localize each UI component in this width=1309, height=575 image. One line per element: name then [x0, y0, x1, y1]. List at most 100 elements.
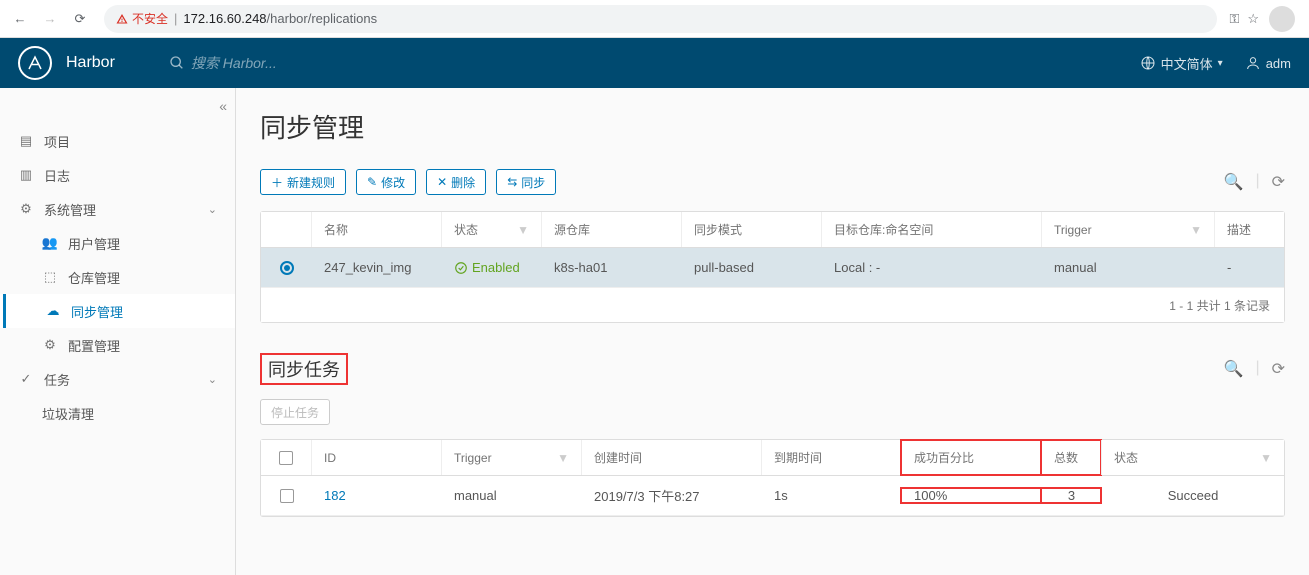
sidebar-label: 日志	[44, 166, 70, 185]
pencil-icon: ✎	[367, 175, 377, 189]
stop-job-button[interactable]: 停止任务	[260, 399, 330, 425]
select-all-checkbox[interactable]	[279, 451, 293, 465]
col-trigger[interactable]: Trigger	[454, 451, 492, 465]
col-total[interactable]: 总数	[1054, 449, 1078, 466]
rules-table: 名称 状态 ▼ 源仓库 同步模式 目标仓库:命名空间 Trigger ▼ 描述 24…	[260, 211, 1285, 323]
sidebar-item-replication[interactable]: ☁ 同步管理	[0, 294, 235, 328]
sidebar-label: 仓库管理	[68, 268, 120, 287]
filter-icon[interactable]: ▼	[1260, 451, 1272, 465]
col-dest[interactable]: 目标仓库:命名空间	[834, 221, 933, 238]
sidebar-item-projects[interactable]: ▤ 项目	[0, 124, 235, 158]
tasks-icon: ✓	[18, 371, 34, 387]
sidebar: « ▤ 项目 ▥ 日志 ⚙ 系统管理 ⌄ 👥 用户管理 ⬚ 仓库管理	[0, 88, 236, 575]
rule-name: 247_kevin_img	[324, 260, 411, 275]
search-icon	[169, 55, 185, 71]
admin-icon: ⚙	[18, 201, 34, 217]
sidebar-item-logs[interactable]: ▥ 日志	[0, 158, 235, 192]
col-status[interactable]: 状态	[454, 221, 478, 238]
gear-icon: ⚙	[42, 337, 58, 353]
logs-icon: ▥	[18, 167, 34, 183]
sidebar-item-users[interactable]: 👥 用户管理	[0, 226, 235, 260]
cloud-sync-icon: ☁	[45, 303, 61, 319]
language-switcher[interactable]: 中文简体 ▾	[1140, 54, 1223, 73]
refresh-icon[interactable]: ⟳	[1272, 359, 1285, 379]
global-search-input[interactable]	[191, 55, 491, 71]
job-success-rate: 100%	[914, 488, 947, 503]
job-total: 3	[1068, 488, 1075, 503]
filter-icon[interactable]: 🔍	[1224, 172, 1244, 192]
chevron-down-icon: ▾	[1218, 58, 1223, 69]
jobs-table: ID Trigger ▼ 创建时间 到期时间 成功百分比 总数 状态 ▼ 182 m…	[260, 439, 1285, 517]
filter-icon[interactable]: ▼	[557, 451, 569, 465]
job-row[interactable]: 182 manual 2019/7/3 下午8:27 1s 100% 3 Suc…	[261, 476, 1284, 516]
row-checkbox[interactable]	[280, 489, 294, 503]
sidebar-label: 同步管理	[71, 302, 123, 321]
replicate-button[interactable]: ⇆同步	[496, 169, 556, 195]
plus-icon: ＋	[271, 174, 283, 191]
col-name[interactable]: 名称	[324, 221, 348, 238]
row-radio[interactable]	[280, 261, 294, 275]
rule-trigger: manual	[1054, 260, 1097, 275]
col-trigger[interactable]: Trigger	[1054, 223, 1092, 237]
col-desc[interactable]: 描述	[1227, 221, 1251, 238]
users-icon: 👥	[42, 235, 58, 251]
job-created: 2019/7/3 下午8:27	[594, 486, 700, 505]
reload-button[interactable]: ⟳	[68, 7, 92, 31]
rule-src: k8s-ha01	[554, 260, 607, 275]
page-title: 同步管理	[260, 108, 1285, 145]
job-status: Succeed	[1168, 488, 1219, 503]
sidebar-item-registries[interactable]: ⬚ 仓库管理	[0, 260, 235, 294]
browser-toolbar: ← → ⟳ 不安全 | 172.16.60.248/harbor/replica…	[0, 0, 1309, 38]
col-duration[interactable]: 到期时间	[774, 449, 822, 466]
enabled-badge: Enabled	[454, 260, 520, 275]
forward-button[interactable]: →	[38, 7, 62, 31]
user-icon	[1245, 55, 1261, 71]
sidebar-label: 用户管理	[68, 234, 120, 253]
url-bar[interactable]: 不安全 | 172.16.60.248/harbor/replications	[104, 5, 1217, 33]
edit-button[interactable]: ✎修改	[356, 169, 416, 195]
insecure-badge: 不安全	[116, 10, 168, 27]
rule-mode: pull-based	[694, 260, 754, 275]
annotation-highlight: 同步任务	[260, 353, 348, 385]
job-id-link[interactable]: 182	[324, 488, 346, 503]
delete-button[interactable]: ✕删除	[426, 169, 486, 195]
chevron-down-icon: ⌄	[208, 203, 217, 216]
rule-row[interactable]: 247_kevin_img Enabled k8s-ha01 pull-base…	[261, 248, 1284, 288]
star-icon[interactable]: ☆	[1247, 11, 1259, 27]
sidebar-label: 系统管理	[44, 200, 96, 219]
jobs-section-title: 同步任务	[268, 360, 340, 380]
sidebar-item-tasks[interactable]: ✓ 任务 ⌄	[0, 362, 235, 396]
url-text: 172.16.60.248/harbor/replications	[183, 11, 377, 26]
sidebar-item-gc[interactable]: 垃圾清理	[0, 396, 235, 430]
brand-title: Harbor	[66, 54, 115, 72]
key-icon[interactable]: ⚿	[1229, 11, 1237, 27]
new-rule-button[interactable]: ＋新建规则	[260, 169, 346, 195]
rules-pagination-info: 1 - 1 共计 1 条记录	[1169, 297, 1270, 314]
filter-icon[interactable]: 🔍	[1224, 359, 1244, 379]
col-id[interactable]: ID	[324, 451, 336, 465]
col-success[interactable]: 成功百分比	[914, 449, 974, 466]
col-mode[interactable]: 同步模式	[694, 221, 742, 238]
col-src[interactable]: 源仓库	[554, 221, 590, 238]
profile-avatar[interactable]	[1269, 6, 1295, 32]
sidebar-label: 任务	[44, 370, 70, 389]
rule-action-bar: ＋新建规则 ✎修改 ✕删除 ⇆同步 🔍 | ⟳	[260, 169, 1285, 195]
refresh-icon[interactable]: ⟳	[1272, 172, 1285, 192]
back-button[interactable]: ←	[8, 7, 32, 31]
sidebar-label: 垃圾清理	[42, 404, 94, 423]
filter-icon[interactable]: ▼	[517, 223, 529, 237]
rule-dest: Local : -	[834, 260, 880, 275]
projects-icon: ▤	[18, 133, 34, 149]
col-created[interactable]: 创建时间	[594, 449, 642, 466]
app-header: Harbor 中文简体 ▾ adm	[0, 38, 1309, 88]
harbor-logo-icon	[18, 46, 52, 80]
x-icon: ✕	[437, 175, 447, 189]
sidebar-item-config[interactable]: ⚙ 配置管理	[0, 328, 235, 362]
sidebar-label: 项目	[44, 132, 70, 151]
sidebar-item-sysadmin[interactable]: ⚙ 系统管理 ⌄	[0, 192, 235, 226]
globe-icon	[1140, 55, 1156, 71]
sidebar-collapse-icon[interactable]: «	[219, 98, 227, 114]
filter-icon[interactable]: ▼	[1190, 223, 1202, 237]
user-menu[interactable]: adm	[1245, 55, 1291, 71]
col-status[interactable]: 状态	[1114, 449, 1138, 466]
